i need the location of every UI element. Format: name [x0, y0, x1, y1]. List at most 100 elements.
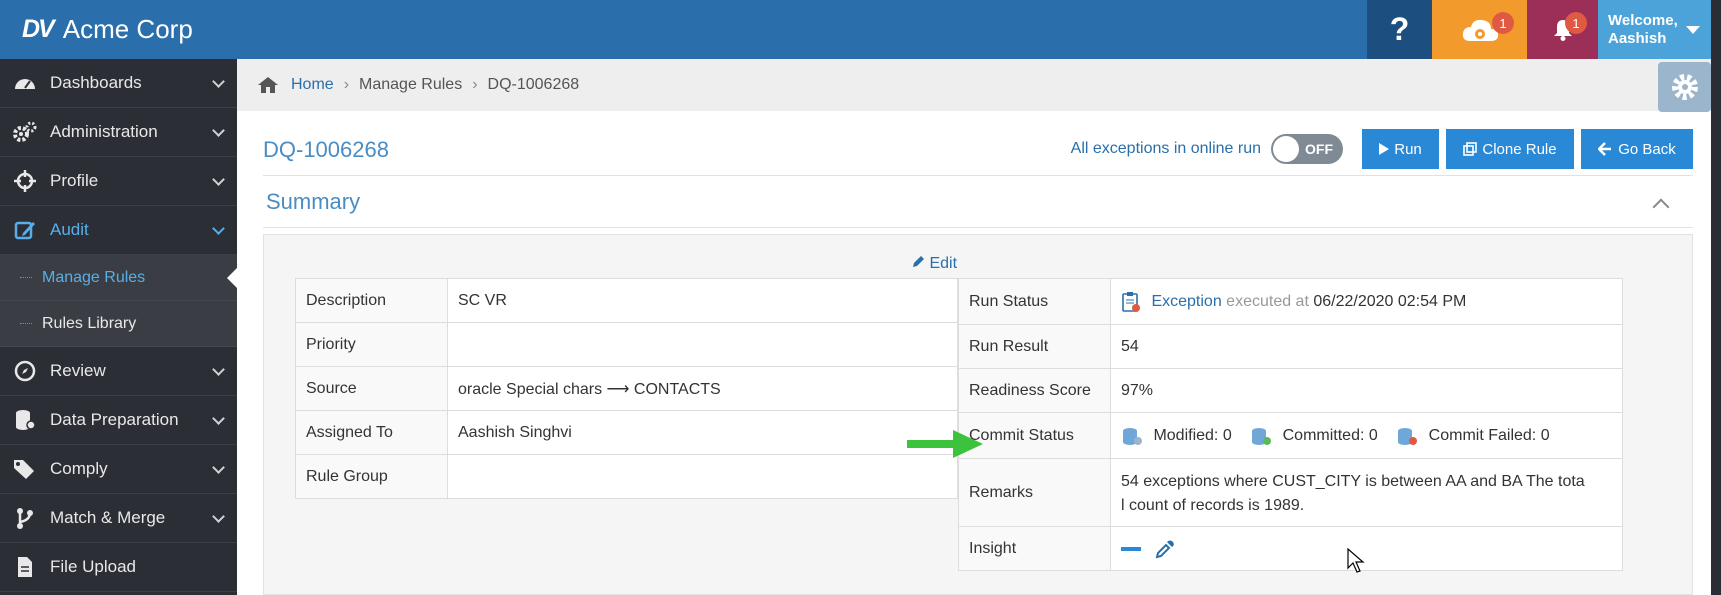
- edit-icon: [12, 219, 38, 241]
- commit-status-cell: Modified: 0 Committed: 0 Commit Failed: …: [1110, 412, 1623, 459]
- chevron-down-icon: [1685, 25, 1700, 34]
- sidebar-item-label: File Upload: [50, 557, 136, 576]
- arrow-left-icon: [1598, 142, 1612, 156]
- sidebar-item-label: Match & Merge: [50, 508, 166, 527]
- branch-icon: [12, 507, 38, 529]
- insight-cell: [1110, 526, 1623, 571]
- db-committed-icon: [1252, 427, 1272, 445]
- tags-icon: [12, 458, 38, 480]
- cogs-icon: [12, 121, 38, 143]
- remarks-line: 54 exceptions where CUST_CITY is between…: [1121, 472, 1585, 490]
- run-status-value[interactable]: Exception: [1151, 293, 1221, 310]
- dashboard-icon: [12, 72, 38, 94]
- eyedropper-icon[interactable]: [1155, 539, 1175, 559]
- file-icon: [12, 556, 38, 578]
- breadcrumb-home[interactable]: Home: [291, 76, 334, 94]
- brand[interactable]: DV Acme Corp: [0, 0, 193, 59]
- online-run-toggle-label: All exceptions in online run: [1070, 140, 1261, 157]
- sidebar-item-data-preparation[interactable]: Data Preparation: [0, 396, 237, 445]
- rule-details-table: Description SC VR Priority Source oracle…: [295, 278, 958, 499]
- welcome-text: Welcome,: [1608, 11, 1678, 29]
- sidebar: Dashboards Administration Profile Audit …: [0, 59, 237, 595]
- user-name: Aashish: [1608, 29, 1667, 47]
- executed-at-value: 06/22/2020 02:54 PM: [1313, 292, 1467, 310]
- edit-label: Edit: [929, 255, 958, 272]
- clone-button-label: Clone Rule: [1482, 140, 1557, 158]
- chevron-down-icon: [212, 75, 225, 88]
- row-label: Insight: [958, 526, 1111, 571]
- modified-count: Modified: 0: [1153, 426, 1232, 444]
- help-button[interactable]: ?: [1367, 0, 1432, 59]
- sidebar-item-label: Administration: [50, 122, 158, 141]
- row-label: Description: [295, 278, 448, 323]
- sidebar-item-label: Comply: [50, 459, 108, 478]
- run-button-label: Run: [1394, 140, 1422, 158]
- summary-section-title: Summary: [266, 189, 361, 214]
- chevron-up-icon[interactable]: [1652, 198, 1670, 216]
- notifications-button[interactable]: 1: [1527, 0, 1598, 59]
- sidebar-subitem-manage-rules[interactable]: Manage Rules: [0, 255, 237, 301]
- commit-failed-count: Commit Failed: 0: [1428, 426, 1550, 444]
- table-row: Commit Status Modified: 0 Committed: 0 C…: [958, 412, 1623, 459]
- sidebar-item-audit[interactable]: Audit: [0, 206, 237, 255]
- db-failed-icon: [1398, 427, 1418, 445]
- mouse-cursor-icon: [1347, 548, 1365, 573]
- clone-rule-button[interactable]: Clone Rule: [1446, 129, 1574, 169]
- sidebar-item-file-upload[interactable]: File Upload: [0, 543, 237, 592]
- table-row: Rule Group: [295, 454, 958, 499]
- online-run-toggle[interactable]: OFF: [1271, 134, 1343, 164]
- sidebar-item-label: Profile: [50, 171, 99, 190]
- sidebar-item-label: Audit: [50, 220, 89, 239]
- home-icon[interactable]: [257, 76, 279, 94]
- table-row: Readiness Score 97%: [958, 368, 1623, 413]
- bell-badge: 1: [1565, 12, 1587, 34]
- minus-icon[interactable]: [1121, 546, 1141, 551]
- row-value: 54: [1110, 324, 1623, 369]
- breadcrumb-separator: ›: [343, 76, 350, 93]
- breadcrumb: Home › Manage Rules › DQ-1006268: [237, 59, 1711, 112]
- main-content: Home › Manage Rules › DQ-1006268 DQ-1006…: [237, 59, 1711, 595]
- table-row: Run Status Exception executed at 06/22/2…: [958, 278, 1623, 325]
- sidebar-item-review[interactable]: Review: [0, 347, 237, 396]
- row-label: Assigned To: [295, 410, 448, 455]
- sidebar-subitem-label: Manage Rules: [42, 268, 146, 286]
- go-back-button-label: Go Back: [1618, 140, 1676, 158]
- breadcrumb-manage-rules[interactable]: Manage Rules: [359, 76, 462, 94]
- cloud-badge: 1: [1492, 12, 1514, 34]
- sidebar-item-label: Data Preparation: [50, 410, 179, 429]
- row-label: Run Status: [958, 278, 1111, 325]
- table-row: Priority: [295, 322, 958, 367]
- sidebar-item-administration[interactable]: Administration: [0, 108, 237, 157]
- go-back-button[interactable]: Go Back: [1581, 129, 1693, 169]
- remarks-cell: 54 exceptions where CUST_CITY is between…: [1110, 458, 1623, 527]
- clipboard-exception-icon[interactable]: [1121, 291, 1141, 313]
- db-modified-icon: [1123, 427, 1142, 445]
- row-value: oracle Special chars ⟶ CONTACTS: [447, 366, 958, 411]
- toggle-state: OFF: [1305, 141, 1333, 157]
- sidebar-item-match-merge[interactable]: Match & Merge: [0, 494, 237, 543]
- help-icon: ?: [1389, 11, 1410, 47]
- compass-icon: [12, 360, 38, 382]
- user-menu[interactable]: Welcome, Aashish: [1598, 0, 1711, 59]
- edit-link[interactable]: Edit: [912, 255, 957, 273]
- row-label: Readiness Score: [958, 368, 1111, 413]
- row-value: SC VR: [447, 278, 958, 323]
- executed-at-label: executed at: [1226, 292, 1309, 310]
- run-button[interactable]: Run: [1362, 129, 1439, 169]
- crosshair-icon: [12, 170, 38, 192]
- divider: [263, 175, 1693, 176]
- row-label: Remarks: [958, 458, 1111, 527]
- row-value: [447, 322, 958, 367]
- sidebar-item-dashboards[interactable]: Dashboards: [0, 59, 237, 108]
- row-label: Run Result: [958, 324, 1111, 369]
- table-row: Source oracle Special chars ⟶ CONTACTS: [295, 366, 958, 411]
- sidebar-item-comply[interactable]: Comply: [0, 445, 237, 494]
- sidebar-item-profile[interactable]: Profile: [0, 157, 237, 206]
- settings-button[interactable]: [1658, 62, 1711, 112]
- row-label: Rule Group: [295, 454, 448, 499]
- brand-logo: DV: [22, 15, 55, 43]
- sidebar-subitem-rules-library[interactable]: Rules Library: [0, 301, 237, 347]
- table-row: Run Result 54: [958, 324, 1623, 369]
- row-label: Source: [295, 366, 448, 411]
- cloud-jobs-button[interactable]: 1: [1432, 0, 1527, 59]
